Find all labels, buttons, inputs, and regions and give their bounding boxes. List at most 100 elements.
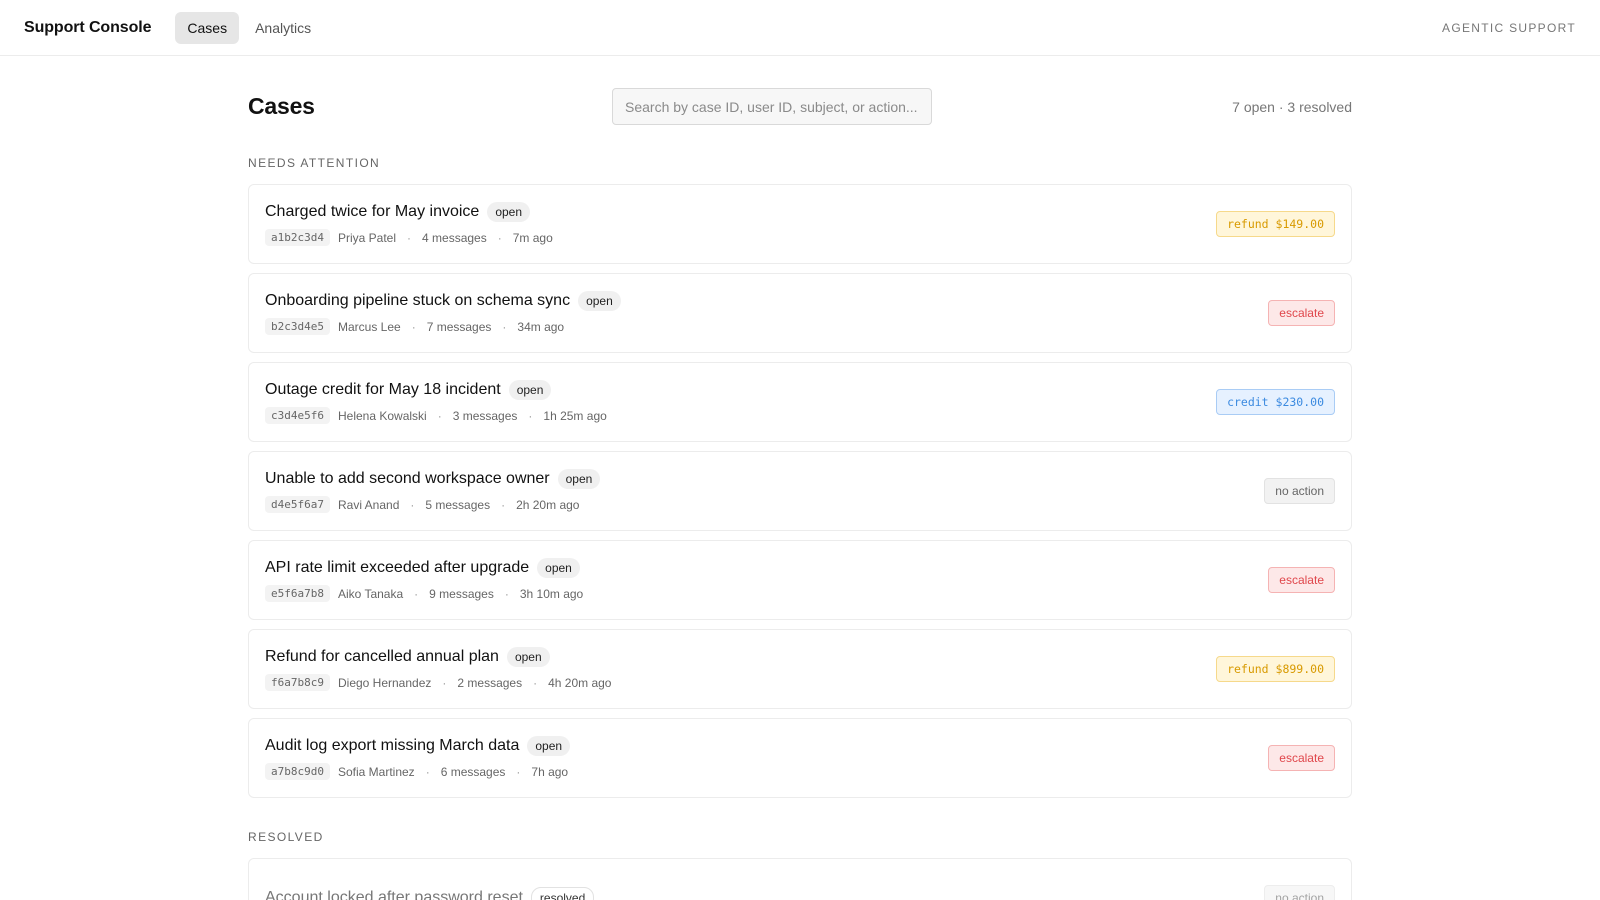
top-navigation-bar: Support Console Cases Analytics AGENTIC … [0,0,1600,56]
action-badge: no action [1264,478,1335,504]
status-badge: open [506,647,550,667]
app-brand[interactable]: Support Console [24,19,151,37]
case-body: Unable to add second workspace owner ope… [265,469,1264,513]
case-counts: 7 open · 3 resolved [1232,98,1352,115]
case-row[interactable]: Unable to add second workspace owner ope… [248,451,1352,531]
case-subject: Refund for cancelled annual plan [265,648,499,665]
case-user: Marcus Lee [337,319,401,334]
status-badge: open [487,202,531,222]
case-time: 34m ago [517,319,565,334]
case-message-count: 9 messages [429,586,494,601]
case-message-count: 3 messages [452,408,518,423]
case-title-row: Outage credit for May 18 incident open [265,380,1216,400]
case-body: Refund for cancelled annual plan open f6… [265,647,1216,691]
case-subject: Charged twice for May invoice [265,203,480,220]
meta-separator: · [516,764,521,779]
status-badge: open [557,469,601,489]
case-body: Audit log export missing March data open… [265,736,1268,780]
case-subject: Audit log export missing March data [265,737,520,754]
action-badge: refund $899.00 [1216,656,1335,682]
section-label-resolved: RESOLVED [248,830,324,844]
case-title-row: Unable to add second workspace owner ope… [265,469,1264,489]
meta-separator: · [533,675,538,690]
case-row[interactable]: API rate limit exceeded after upgrade op… [248,540,1352,620]
meta-separator: · [502,319,507,334]
case-meta: a7b8c9d0 Sofia Martinez · 6 messages · 7… [265,763,1268,780]
case-id: a1b2c3d4 [265,229,330,246]
page-header: Cases 7 open · 3 resolved [248,88,1352,125]
resolved-case-list: Account locked after password reset reso… [248,858,1352,900]
case-title-row: API rate limit exceeded after upgrade op… [265,558,1268,578]
meta-separator: · [501,497,506,512]
meta-separator: · [411,319,416,334]
meta-separator: · [528,408,533,423]
main-content: Cases 7 open · 3 resolved NEEDS ATTENTIO… [248,56,1352,900]
case-title-row: Onboarding pipeline stuck on schema sync… [265,291,1268,311]
page-title: Cases [248,93,315,119]
meta-separator: · [504,586,509,601]
case-row[interactable]: Outage credit for May 18 incident open c… [248,362,1352,442]
status-badge: open [527,736,571,756]
case-time: 4h 20m ago [548,675,612,690]
case-meta: f6a7b8c9 Diego Hernandez · 2 messages · … [265,674,1216,691]
status-badge: open [537,558,580,578]
case-title-row: Refund for cancelled annual plan open [265,647,1216,667]
meta-separator: · [497,230,502,245]
action-badge: no action [1264,885,1335,900]
case-message-count: 2 messages [457,675,523,690]
case-title-row: Account locked after password reset reso… [265,887,1264,900]
meta-separator: · [407,230,412,245]
action-badge: escalate [1268,567,1335,593]
tab-cases[interactable]: Cases [175,11,240,44]
case-user: Ravi Anand [337,497,400,512]
case-meta: d4e5f6a7 Ravi Anand · 5 messages · 2h 20… [265,496,1264,513]
case-row[interactable]: Refund for cancelled annual plan open f6… [248,629,1352,709]
action-badge: refund $149.00 [1216,211,1335,237]
meta-separator: · [437,408,442,423]
case-subject: Unable to add second workspace owner [265,470,550,487]
tab-analytics[interactable]: Analytics [243,12,323,44]
case-time: 3h 10m ago [519,586,584,601]
case-message-count: 4 messages [422,230,487,245]
case-user: Diego Hernandez [337,675,432,690]
meta-separator: · [414,586,419,601]
status-badge: open [578,291,621,311]
case-title-row: Audit log export missing March data open [265,736,1268,756]
meta-separator: · [410,497,415,512]
case-meta: e5f6a7b8 Aiko Tanaka · 9 messages · 3h 1… [265,585,1268,602]
search-input[interactable] [612,88,932,125]
case-body: Charged twice for May invoice open a1b2c… [265,202,1216,246]
case-time: 2h 20m ago [516,497,580,512]
case-time: 1h 25m ago [543,408,607,423]
case-row[interactable]: Onboarding pipeline stuck on schema sync… [248,273,1352,353]
action-badge: escalate [1268,300,1335,326]
meta-separator: · [425,764,430,779]
case-id: f6a7b8c9 [265,674,330,691]
case-body: Account locked after password reset reso… [265,887,1264,900]
case-row[interactable]: Audit log export missing March data open… [248,718,1352,798]
case-user: Sofia Martinez [337,764,415,779]
section-label-needs-attention: NEEDS ATTENTION [248,156,381,170]
case-row[interactable]: Charged twice for May invoice open a1b2c… [248,184,1352,264]
case-time: 7m ago [512,230,553,245]
case-user: Aiko Tanaka [337,586,404,601]
case-meta: a1b2c3d4 Priya Patel · 4 messages · 7m a… [265,229,1216,246]
case-user: Priya Patel [337,230,397,245]
case-id: d4e5f6a7 [265,496,330,513]
case-row[interactable]: Account locked after password reset reso… [248,858,1352,900]
case-meta: b2c3d4e5 Marcus Lee · 7 messages · 34m a… [265,318,1268,335]
action-badge: escalate [1268,745,1335,771]
case-user: Helena Kowalski [337,408,427,423]
product-label: AGENTIC SUPPORT [1442,20,1576,35]
case-time: 7h ago [531,764,569,779]
case-message-count: 6 messages [440,764,506,779]
status-badge: open [508,380,552,400]
case-subject: Account locked after password reset [265,889,523,900]
case-body: API rate limit exceeded after upgrade op… [265,558,1268,602]
open-case-list: Charged twice for May invoice open a1b2c… [248,184,1352,798]
meta-separator: · [442,675,447,690]
case-body: Outage credit for May 18 incident open c… [265,380,1216,424]
status-badge: resolved [530,887,595,900]
case-id: e5f6a7b8 [265,585,330,602]
case-id: a7b8c9d0 [265,763,330,780]
